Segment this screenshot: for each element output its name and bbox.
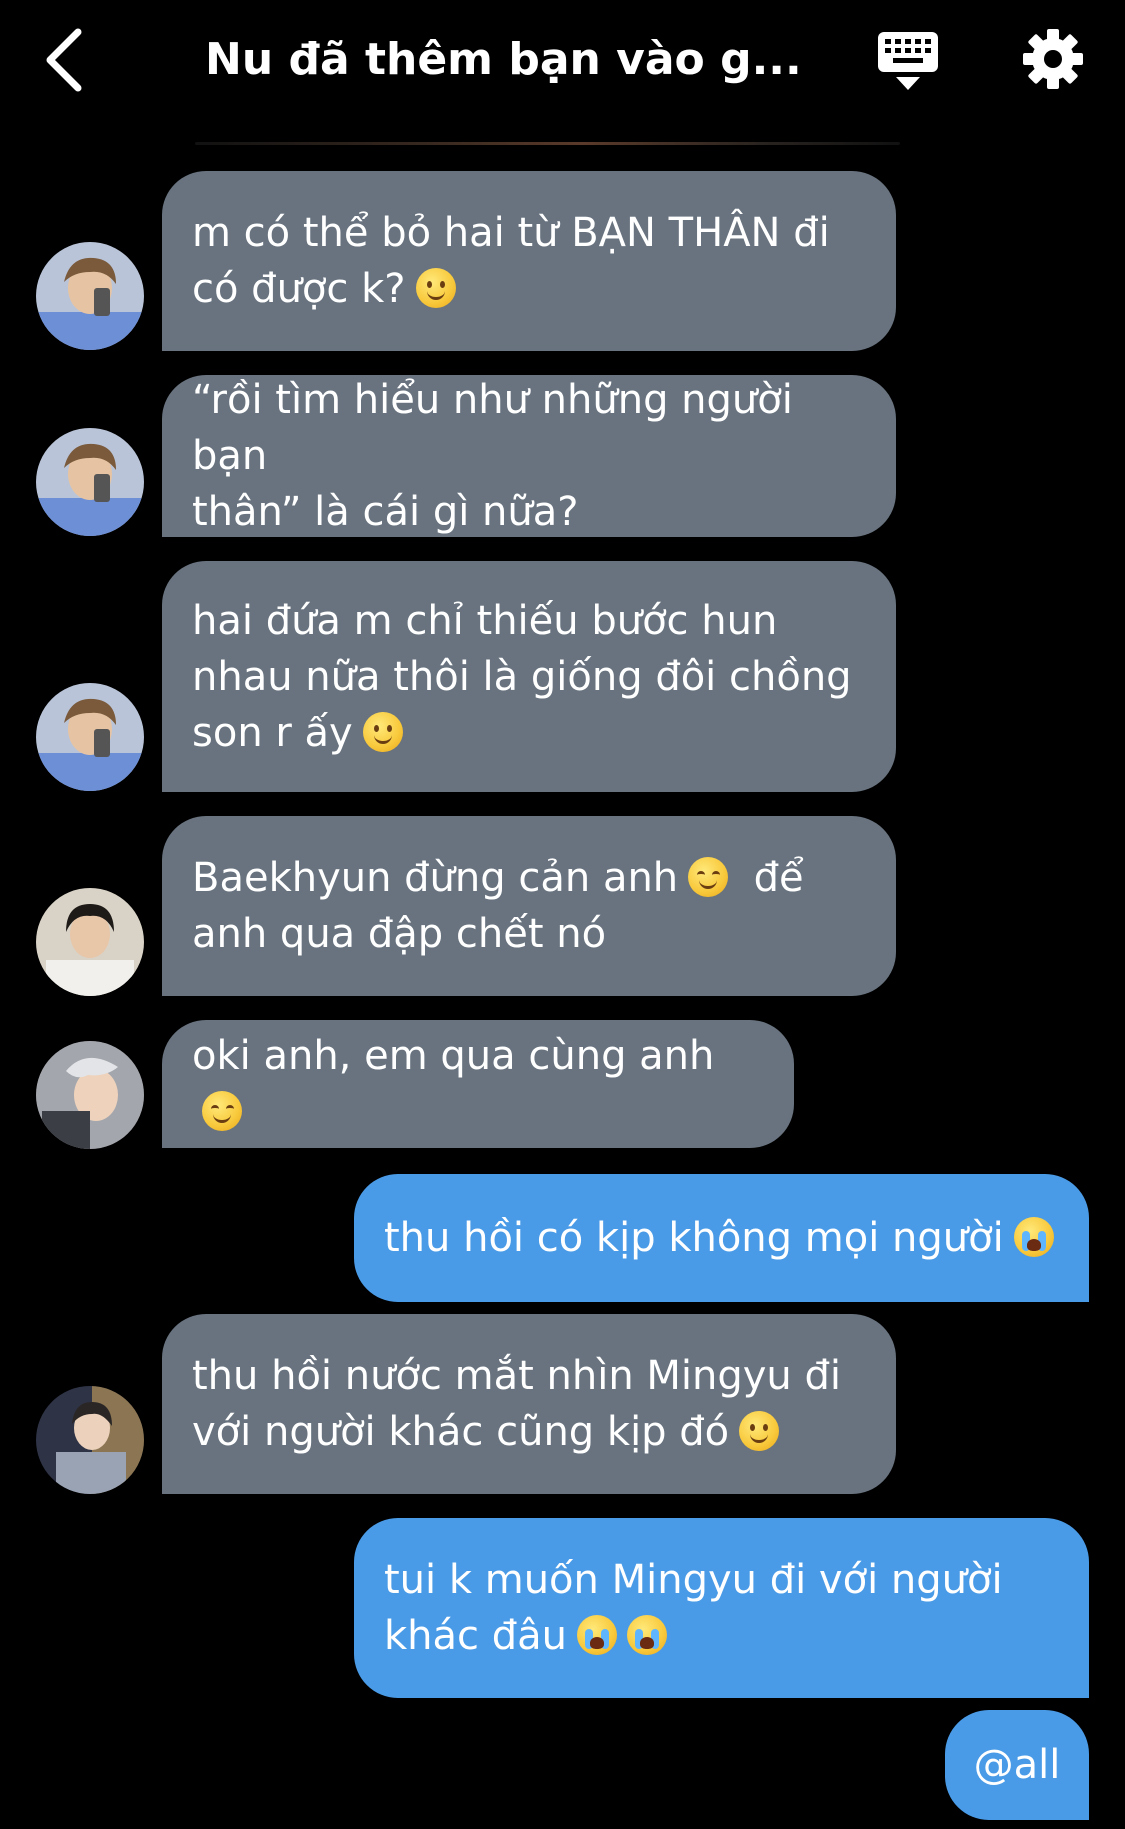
avatar[interactable] [36,1386,144,1494]
loudly-crying-emoji-icon [577,1615,617,1655]
avatar[interactable] [36,888,144,996]
message-text: thân” là cái gì nữa? [192,489,579,535]
blush-emoji-icon [688,857,729,897]
message-bubble-outgoing[interactable]: @all [945,1710,1089,1820]
message-text: tui k muốn Mingyu đi với người [384,1557,1003,1603]
message-text: oki anh, em qua cùng anh [192,1033,715,1079]
message-text: anh qua đập chết nó [192,911,607,957]
avatar[interactable] [36,428,144,536]
message-text: hai đứa m chỉ thiếu bước hun [192,597,778,644]
message-bubble-outgoing[interactable]: thu hồi có kịp không mọi người [354,1174,1089,1302]
avatar[interactable] [36,683,144,791]
blush-emoji-icon [202,1091,242,1131]
header-divider [195,142,900,145]
message-text: có được k? [192,266,406,312]
keyboard-icon [878,32,938,90]
message-text: khác đâu [384,1613,567,1659]
loudly-crying-emoji-icon [1013,1217,1054,1257]
message-text: m có thể bỏ hai từ BẠN THÂN đi [192,210,830,256]
avatar[interactable] [36,1041,144,1149]
message-bubble-incoming[interactable]: thu hồi nước mắt nhìn Mingyu đi với người… [162,1314,896,1494]
settings-button[interactable] [1022,28,1084,90]
message-text: thu hồi có kịp không mọi người [384,1215,1004,1261]
message-text: @all [973,1742,1061,1788]
message-bubble-incoming[interactable]: oki anh, em qua cùng anh [162,1020,794,1148]
keyboard-button[interactable] [876,30,940,92]
slight-smile-emoji-icon [739,1411,780,1451]
message-bubble-incoming[interactable]: hai đứa m chỉ thiếu bước hun nhau nữa thô… [162,561,896,792]
loudly-crying-emoji-icon [627,1615,667,1655]
message-text: son r ấy [192,709,353,756]
avatar[interactable] [36,242,144,350]
message-text: để [753,855,804,901]
message-text: với người khác cũng kịp đó [192,1409,730,1455]
gear-icon [1023,29,1083,89]
chat-title[interactable]: Nu đã thêm bạn vào g... [205,30,805,90]
slight-smile-emoji-icon [362,711,403,752]
message-bubble-incoming[interactable]: “rồi tìm hiểu như những người bạn thân” l… [162,375,896,537]
chevron-left-icon [46,28,82,92]
slight-smile-emoji-icon [415,268,456,308]
message-text: nhau nữa thôi là giống đôi chồng [192,653,852,700]
back-button[interactable] [40,26,100,96]
message-bubble-incoming[interactable]: m có thể bỏ hai từ BẠN THÂN đi có được k? [162,171,896,351]
message-bubble-outgoing[interactable]: tui k muốn Mingyu đi với người khác đâu [354,1518,1089,1698]
message-text: “rồi tìm hiểu như những người bạn [192,377,793,479]
message-text: Baekhyun đừng cản anh [192,855,679,901]
chat-header: Nu đã thêm bạn vào g... [0,0,1125,130]
message-text: thu hồi nước mắt nhìn Mingyu đi [192,1353,842,1399]
message-bubble-incoming[interactable]: Baekhyun đừng cản anh để anh qua đập chết… [162,816,896,996]
